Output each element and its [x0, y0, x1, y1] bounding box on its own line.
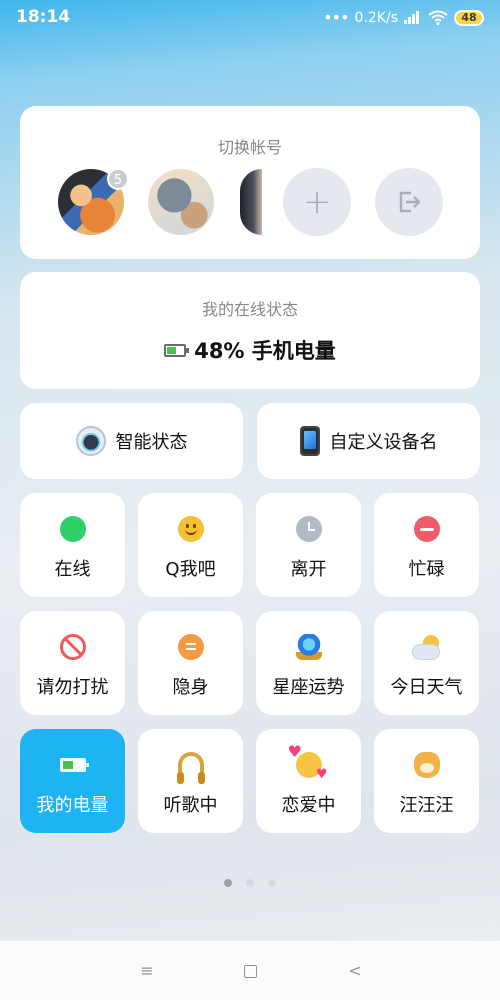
status-tile-label: 忙碌: [408, 559, 445, 580]
plus-icon: +: [302, 182, 332, 222]
status-tile-in-love[interactable]: 恋爱中: [256, 729, 361, 833]
status-tile-listening[interactable]: 听歌中: [138, 729, 243, 833]
unread-badge: 5: [107, 168, 129, 190]
battery-icon: [59, 758, 89, 772]
smiley-icon: [177, 516, 204, 542]
menu-icon[interactable]: ≡: [137, 961, 157, 981]
online-status-line: 48% 手机电量: [20, 335, 480, 365]
status-tile-label: 离开: [290, 559, 327, 580]
more-dots-icon: •••: [323, 8, 349, 27]
page-dot: [268, 879, 276, 887]
status-tile-label: 请勿打扰: [36, 677, 109, 698]
battery-icon: 48: [454, 9, 484, 26]
custom-device-name-button[interactable]: 自定义设备名: [257, 403, 480, 479]
phone-icon: [299, 426, 320, 456]
account-avatar-3[interactable]: [240, 169, 262, 235]
invisible-icon: [177, 634, 204, 660]
navigation-bar: ≡ <: [0, 940, 500, 1000]
status-tile-label: 汪汪汪: [399, 795, 454, 816]
switch-account-card: 切换帐号 5 +: [20, 106, 480, 259]
dog-icon: [413, 752, 440, 778]
status-tile-away[interactable]: 离开: [256, 493, 361, 597]
wifi-icon: [428, 10, 448, 25]
status-tile-woof[interactable]: 汪汪汪: [374, 729, 479, 833]
status-tile-label: Q我吧: [165, 559, 216, 580]
status-tile-online[interactable]: 在线: [20, 493, 125, 597]
home-icon[interactable]: [240, 961, 260, 981]
status-tile-label: 在线: [54, 559, 91, 580]
logout-button[interactable]: [375, 168, 443, 236]
switch-account-title: 切换帐号: [217, 138, 282, 157]
crystal-ball-icon: [295, 634, 322, 660]
add-account-button[interactable]: +: [283, 168, 351, 236]
smart-status-button[interactable]: 智能状态: [20, 403, 243, 479]
battery-level-icon: [164, 343, 190, 357]
weather-icon: [412, 635, 441, 659]
status-tile-label: 今日天气: [390, 677, 463, 698]
custom-device-name-label: 自定义设备名: [329, 432, 438, 453]
account-avatar-2[interactable]: [148, 169, 214, 235]
status-tile-do-not-disturb[interactable]: 请勿打扰: [20, 611, 125, 715]
status-tile-q-me[interactable]: Q我吧: [138, 493, 243, 597]
online-dot-icon: [59, 516, 86, 542]
headphones-icon: [176, 752, 205, 784]
page-indicator: [0, 879, 500, 887]
status-tile-label: 我的电量: [36, 795, 109, 816]
smart-status-label: 智能状态: [115, 432, 188, 453]
status-tile-label: 恋爱中: [281, 795, 336, 816]
busy-icon: [413, 516, 440, 542]
online-status-card[interactable]: 我的在线状态 48% 手机电量: [20, 272, 480, 389]
network-speed: 0.2K/s: [354, 9, 398, 26]
robot-icon: [75, 426, 106, 456]
in-love-icon: [288, 742, 328, 782]
page-dot: [224, 879, 232, 887]
status-bar: 18:14 ••• 0.2K/s 48: [0, 0, 500, 36]
battery-status-text: 48% 手机电量: [194, 339, 336, 363]
status-tile-invisible[interactable]: 隐身: [138, 611, 243, 715]
status-tile-label: 听歌中: [163, 795, 218, 816]
status-right: ••• 0.2K/s 48: [323, 8, 484, 27]
signal-bars-icon: [404, 11, 422, 24]
status-tile-weather[interactable]: 今日天气: [374, 611, 479, 715]
status-time: 18:14: [16, 7, 71, 27]
status-tile-horoscope[interactable]: 星座运势: [256, 611, 361, 715]
page-dot: [246, 879, 254, 887]
online-status-title: 我的在线状态: [201, 300, 298, 319]
back-icon[interactable]: <: [345, 961, 365, 981]
status-tile-busy[interactable]: 忙碌: [374, 493, 479, 597]
status-tile-my-battery[interactable]: 我的电量: [20, 729, 125, 833]
status-tile-label: 星座运势: [272, 677, 345, 698]
status-tile-label: 隐身: [172, 677, 209, 698]
no-disturb-icon: [59, 634, 86, 660]
clock-icon: [295, 516, 322, 542]
logout-icon: [399, 191, 421, 213]
